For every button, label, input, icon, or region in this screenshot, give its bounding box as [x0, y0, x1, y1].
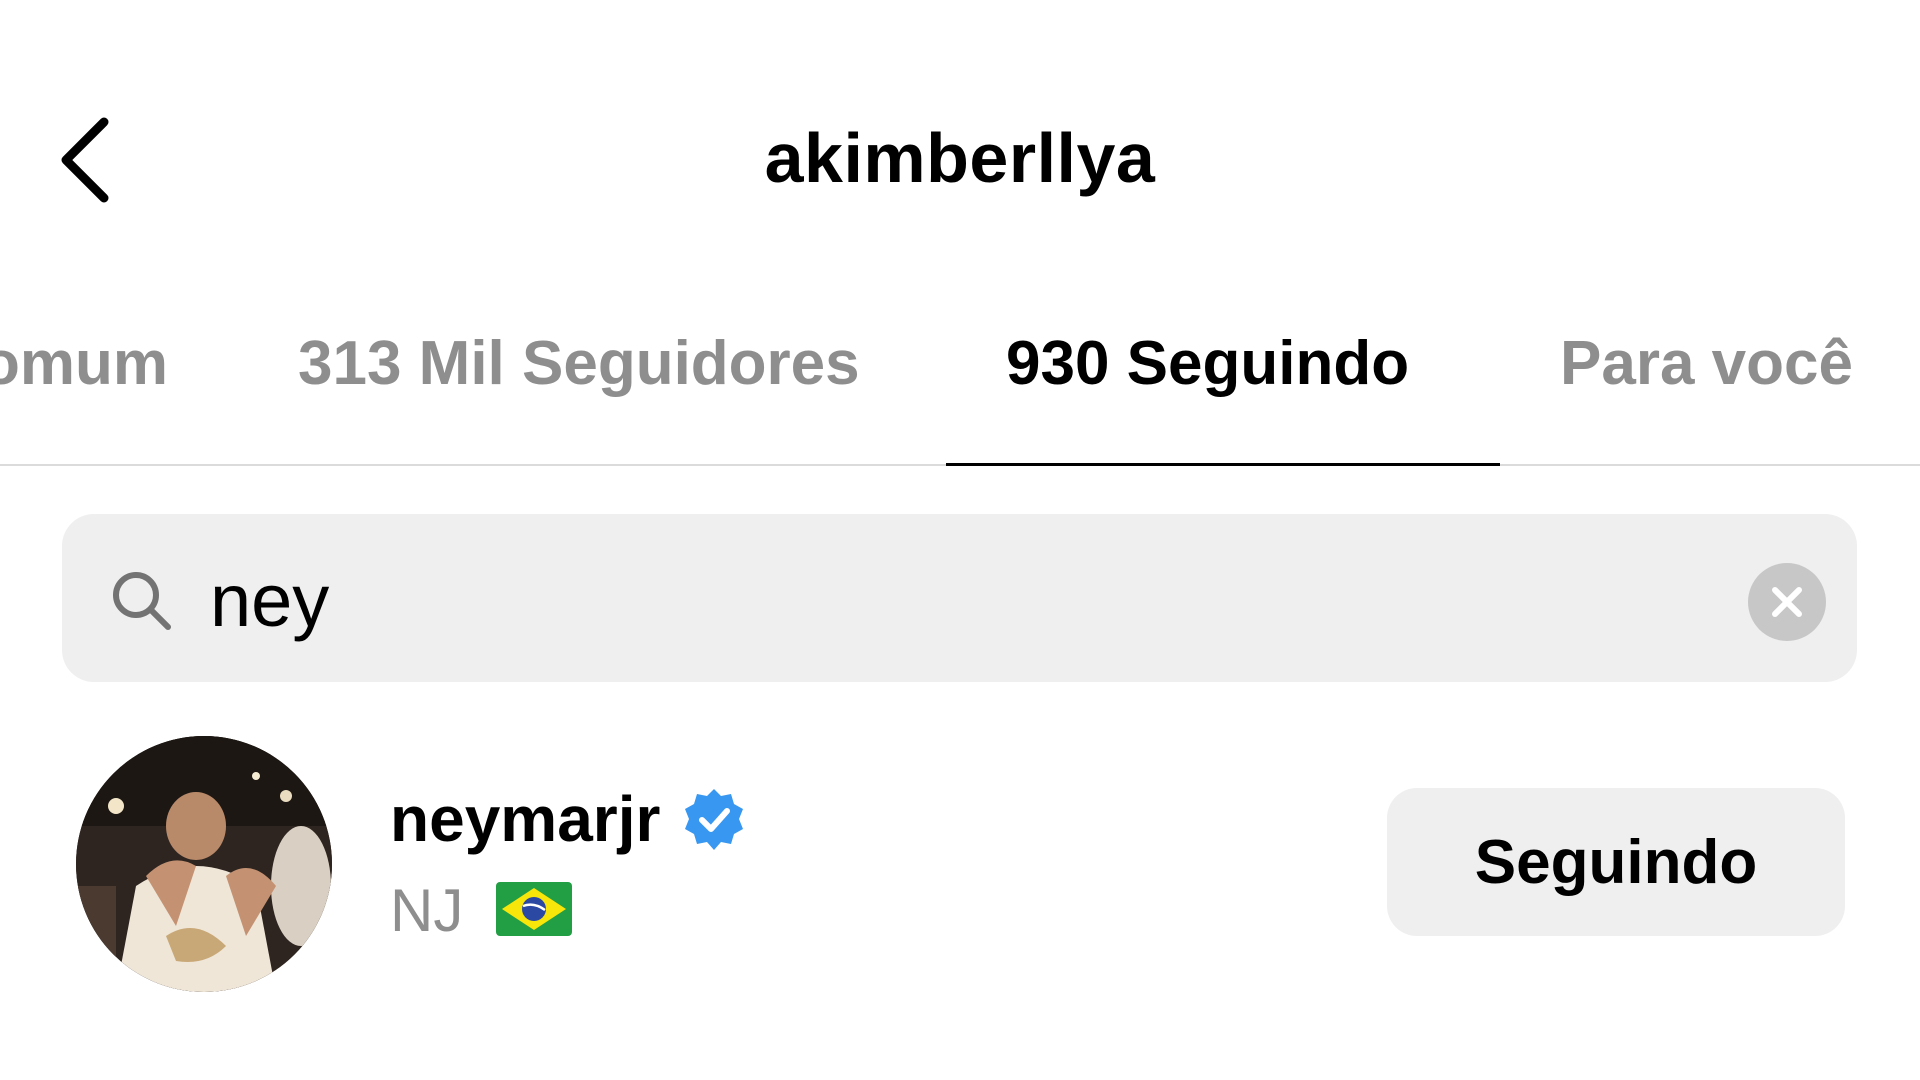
result-username[interactable]: neymarjr [390, 782, 660, 856]
brazil-flag-icon [496, 882, 572, 936]
following-screen: akimberllya omum 313 Mil Seguidores 930 … [0, 0, 1920, 1080]
result-full-name: NJ [390, 877, 464, 944]
header: akimberllya [0, 0, 1920, 240]
active-tab-indicator [946, 463, 1500, 466]
search-input[interactable] [210, 552, 1710, 648]
tab-followers[interactable]: 313 Mil Seguidores [298, 328, 860, 399]
following-button[interactable]: Seguindo [1387, 788, 1845, 936]
search-icon [108, 567, 174, 633]
clear-circle-icon [1772, 587, 1802, 617]
page-title: akimberllya [764, 119, 1156, 197]
clear-search-button[interactable] [1748, 563, 1826, 641]
tab-for-you[interactable]: Para você [1560, 328, 1853, 399]
verified-badge-icon [680, 786, 748, 854]
tab-following[interactable]: 930 Seguindo [1006, 328, 1409, 399]
avatar[interactable] [76, 736, 332, 992]
tab-mutual[interactable]: omum [0, 328, 168, 399]
list-item[interactable]: neymarjr NJ Seguindo [0, 720, 1920, 1000]
tab-bar: omum 313 Mil Seguidores 930 Seguindo Par… [0, 300, 1920, 466]
